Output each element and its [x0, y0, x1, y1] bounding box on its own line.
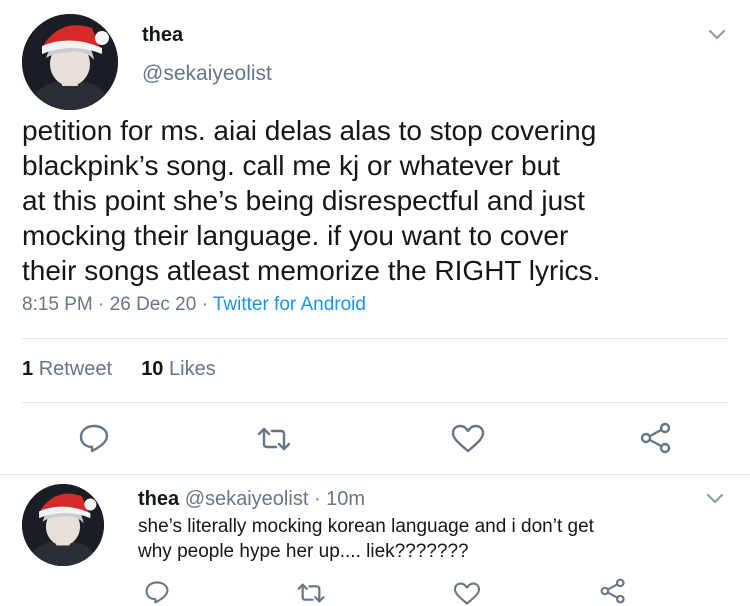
avatar[interactable] — [22, 14, 118, 110]
reply-text-line: why people hype her up.... liek??????? — [138, 541, 469, 562]
tweet-text-line: blackpink’s song. call me kj or whatever… — [22, 150, 560, 181]
divider — [0, 474, 750, 475]
reply-text: she’s literally mocking korean language … — [138, 514, 738, 564]
tweet-text-line: at this point she’s being disrespectful … — [22, 185, 585, 216]
reply-retweet-icon[interactable] — [296, 582, 326, 604]
reply-reply-icon[interactable] — [144, 580, 170, 604]
reply-icon[interactable] — [78, 423, 110, 453]
retweet-stat[interactable]: 1 Retweet — [22, 358, 112, 380]
likes-label: Likes — [169, 358, 216, 380]
reply-author-name[interactable]: thea — [138, 488, 179, 510]
tweet-meta: 8:15 PM · 26 Dec 20 · Twitter for Androi… — [22, 294, 366, 316]
likes-stat[interactable]: 10 Likes — [141, 358, 216, 380]
reply-separator: · — [313, 488, 321, 510]
tweet-text: petition for ms. aiai delas alas to stop… — [22, 113, 737, 288]
tweet-stats: 1 Retweet 10 Likes — [22, 358, 216, 381]
reply-share-icon[interactable] — [598, 578, 628, 604]
tweet-text-line: their songs atleast memorize the RIGHT l… — [22, 255, 601, 286]
heart-icon[interactable] — [450, 424, 486, 454]
meta-separator: · — [201, 294, 208, 315]
tweet-text-line: mocking their language. if you want to c… — [22, 220, 569, 251]
reply-time[interactable]: 10m — [326, 488, 365, 510]
retweet-label: Retweet — [38, 358, 113, 380]
divider — [22, 338, 728, 339]
tweet-source-link[interactable]: Twitter for Android — [213, 294, 366, 315]
tweet-time[interactable]: 8:15 PM — [22, 294, 93, 315]
tweet-text-line: petition for ms. aiai delas alas to stop… — [22, 115, 597, 146]
retweet-icon[interactable] — [256, 426, 292, 452]
tweet-date[interactable]: 26 Dec 20 — [110, 294, 197, 315]
avatar-image — [22, 14, 118, 110]
author-name[interactable]: thea — [142, 24, 183, 47]
reply-avatar-image — [22, 484, 104, 566]
divider — [22, 402, 728, 403]
author-handle[interactable]: @sekaiyeolist — [142, 62, 272, 86]
chevron-down-icon[interactable] — [707, 28, 727, 42]
reply-chevron-down-icon[interactable] — [705, 492, 725, 506]
reply-header: thea @sekaiyeolist · 10m — [138, 488, 365, 511]
reply-text-line: she’s literally mocking korean language … — [138, 516, 594, 537]
reply-author-handle[interactable]: @sekaiyeolist — [185, 488, 309, 510]
reply-avatar[interactable] — [22, 484, 104, 566]
likes-count: 10 — [141, 358, 164, 380]
reply-heart-icon[interactable] — [452, 582, 482, 606]
retweet-count: 1 — [22, 358, 34, 380]
share-icon[interactable] — [638, 422, 674, 454]
meta-separator: · — [98, 294, 105, 315]
